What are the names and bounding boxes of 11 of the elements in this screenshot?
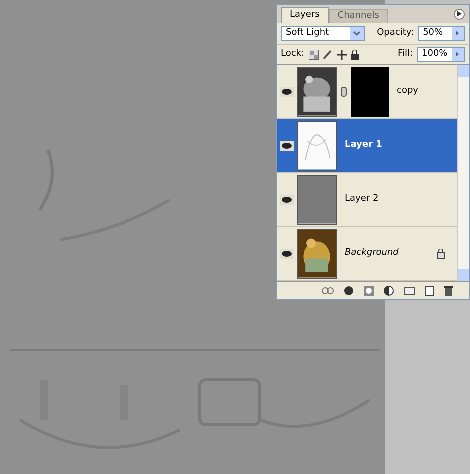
opacity-field[interactable]: 50% xyxy=(418,26,465,42)
new-layer-icon[interactable] xyxy=(425,286,434,296)
adjustment-icon[interactable] xyxy=(384,286,394,296)
panel-menu-icon[interactable] xyxy=(454,8,465,20)
fill-label: Fill: xyxy=(398,48,413,62)
layer-name: copy xyxy=(397,84,420,98)
fill-field[interactable]: 100% xyxy=(417,47,465,62)
trash-icon[interactable] xyxy=(444,286,453,296)
opacity-label: Opacity: xyxy=(377,26,414,40)
lock-icon xyxy=(437,248,445,259)
scrollbar[interactable] xyxy=(457,65,469,282)
